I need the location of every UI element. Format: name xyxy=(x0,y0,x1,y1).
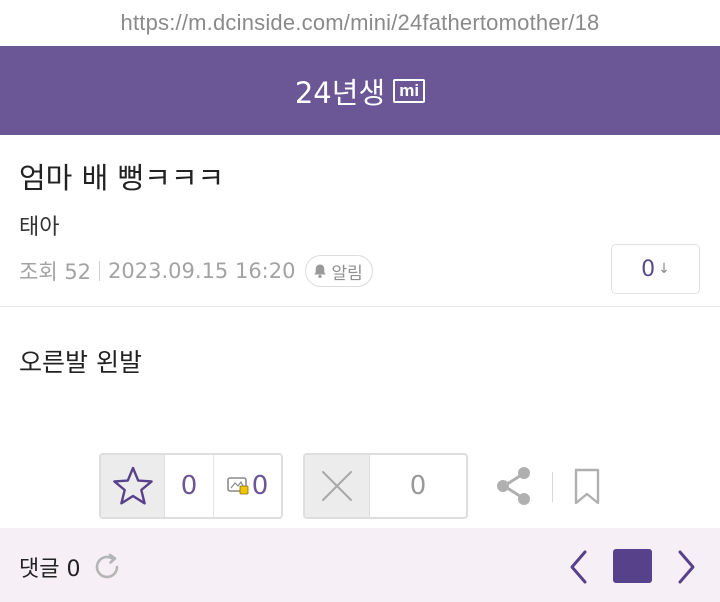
alarm-label: 알림 xyxy=(331,263,363,284)
sort-count: 0 xyxy=(641,256,656,282)
chevron-left-icon xyxy=(570,550,587,584)
share-icon xyxy=(497,467,530,505)
comments-section[interactable]: 댓글 0 xyxy=(19,551,122,583)
sort-arrow-icon: ↓ xyxy=(658,261,670,277)
fixed-recommend: 0 xyxy=(214,455,281,517)
next-post-button[interactable] xyxy=(675,549,697,585)
url-text[interactable]: https://m.dcinside.com/mini/24fathertomo… xyxy=(121,10,600,36)
chevron-right-icon xyxy=(678,550,695,584)
bookmark-icon xyxy=(574,468,600,505)
post-datetime: 2023.09.15 16:20 xyxy=(108,259,296,283)
meta-separator xyxy=(99,261,101,281)
view-count: 조회 52 xyxy=(19,260,92,284)
address-bar[interactable]: https://m.dcinside.com/mini/24fathertomo… xyxy=(0,0,720,46)
content-divider xyxy=(0,306,720,307)
not-recommend-box: 0 xyxy=(303,453,468,519)
fixed-recommend-count: 0 xyxy=(251,471,269,501)
post-list-button[interactable] xyxy=(613,549,652,583)
share-button[interactable] xyxy=(494,466,532,506)
recommend-count: 0 xyxy=(165,455,214,517)
recommend-box: 0 0 xyxy=(99,453,283,519)
star-icon xyxy=(112,466,153,505)
refresh-icon[interactable] xyxy=(92,552,122,582)
fixed-recommend-icon xyxy=(226,477,249,495)
alarm-button[interactable]: 알림 xyxy=(305,255,373,287)
post-title: 엄마 배 뻥ㅋㅋㅋ xyxy=(19,161,225,195)
post-meta: 조회 52 2023.09.15 16:20 알림 xyxy=(19,255,373,287)
post-author[interactable]: 태아 xyxy=(19,209,59,241)
gallery-title-link[interactable]: 24년생 mi xyxy=(294,70,426,112)
bookmark-button[interactable] xyxy=(573,468,601,506)
gallery-name: 24년생 xyxy=(294,75,386,110)
gallery-header: 24년생 mi xyxy=(0,46,720,135)
comment-sort-button[interactable]: 0 ↓ xyxy=(611,244,700,294)
post-body: 오른발 왼발 xyxy=(19,348,142,377)
previous-post-button[interactable] xyxy=(568,549,590,585)
bell-icon xyxy=(314,264,327,278)
recommend-button[interactable] xyxy=(101,455,165,517)
not-recommend-button[interactable] xyxy=(305,455,370,517)
not-recommend-count: 0 xyxy=(409,471,427,501)
mini-gallery-badge: mi xyxy=(393,78,426,103)
close-icon xyxy=(322,471,352,501)
action-separator xyxy=(552,472,553,502)
comments-label: 댓글 0 xyxy=(19,557,81,582)
